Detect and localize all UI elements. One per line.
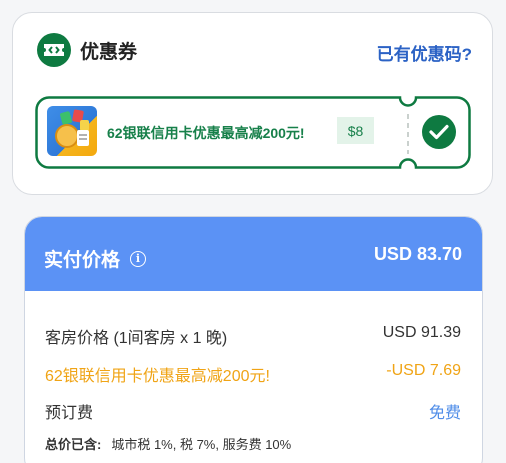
room-price-value: USD 91.39: [382, 324, 461, 341]
coupon-header: 优惠券: [37, 33, 137, 67]
room-price-label: 客房价格 (1间客房 x 1 晚): [45, 330, 228, 347]
info-icon[interactable]: i: [130, 250, 147, 267]
have-coupon-code-link[interactable]: 已有优惠码?: [377, 40, 472, 65]
tax-included-label: 总价已含:: [45, 437, 102, 452]
booking-fee-label: 预订费: [45, 405, 94, 422]
price-header: 实付价格 i USD 83.70: [25, 217, 482, 291]
coupon-item[interactable]: 62银联信用卡优惠最高减200元! $8: [35, 96, 471, 169]
price-title-text: 实付价格: [44, 250, 121, 271]
booking-fee-value: 免费: [428, 405, 461, 422]
tax-included-row: 总价已含: 城市税 1%, 税 7%, 服务费 10%: [45, 434, 291, 453]
check-icon[interactable]: [422, 115, 456, 149]
discount-value: -USD 7.69: [386, 362, 461, 379]
coupon-card: 优惠券 已有优惠码? 62银联信用卡优惠最高减200元! $8: [12, 12, 493, 195]
price-title: 实付价格 i: [44, 245, 147, 272]
tax-included-value: 城市税 1%, 税 7%, 服务费 10%: [111, 437, 292, 452]
price-card: 实付价格 i USD 83.70 客房价格 (1间客房 x 1 晚) USD 9…: [24, 216, 483, 463]
price-total: USD 83.70: [373, 244, 462, 264]
coupon-title: 优惠券: [80, 41, 138, 63]
coupon-amount-badge: $8: [337, 117, 374, 144]
ticket-icon: [37, 33, 71, 67]
booking-fee-row: 预订费 免费: [45, 399, 461, 423]
promo-image: [47, 106, 97, 156]
discount-label: 62银联信用卡优惠最高减200元!: [45, 368, 270, 385]
discount-row: 62银联信用卡优惠最高减200元! -USD 7.69: [45, 362, 461, 386]
room-price-row: 客房价格 (1间客房 x 1 晚) USD 91.39: [45, 324, 461, 348]
coupon-item-text: 62银联信用卡优惠最高减200元!: [107, 125, 305, 141]
